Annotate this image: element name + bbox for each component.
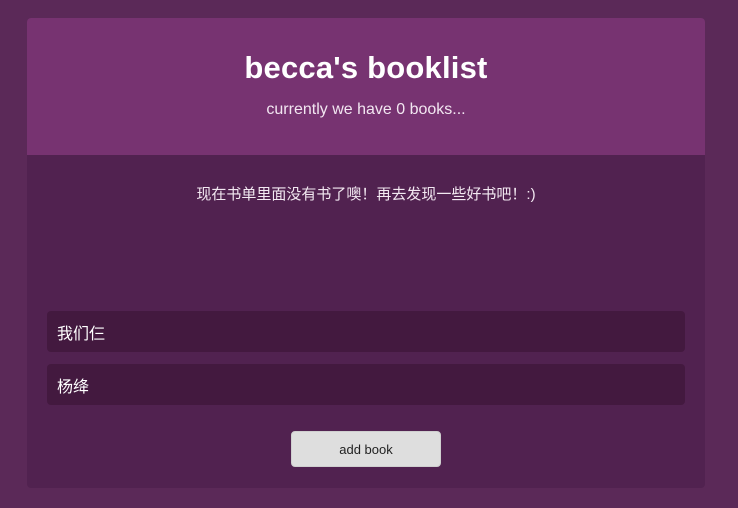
- book-author-input[interactable]: [47, 364, 685, 405]
- book-list: 现在书单里面没有书了噢！再去发现一些好书吧！:): [27, 185, 705, 205]
- empty-list-message: 现在书单里面没有书了噢！再去发现一些好书吧！:): [196, 186, 536, 203]
- book-count-text: currently we have 0 books...: [266, 101, 466, 118]
- navbar: becca's booklist currently we have 0 boo…: [27, 18, 705, 155]
- page-title: becca's booklist: [244, 50, 488, 85]
- book-title-input[interactable]: [47, 311, 685, 352]
- add-book-form: add book: [47, 311, 685, 467]
- booklist-app: becca's booklist currently we have 0 boo…: [27, 18, 705, 488]
- add-book-button[interactable]: add book: [291, 431, 441, 467]
